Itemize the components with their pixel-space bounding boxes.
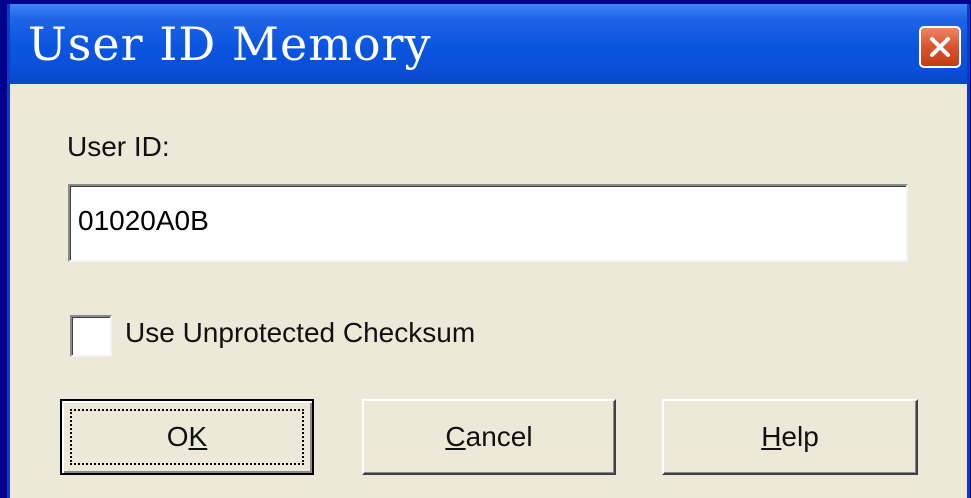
ok-button[interactable]: OK [60, 399, 314, 475]
help-button[interactable]: Help [662, 399, 918, 475]
user-id-value: 01020A0B [78, 205, 209, 236]
ok-button-label: OK [166, 421, 208, 452]
cancel-button[interactable]: Cancel [362, 399, 616, 475]
close-icon [930, 37, 950, 57]
unprotected-checksum-label[interactable]: Use Unprotected Checksum [125, 315, 475, 351]
dialog-window: User ID Memory User ID: 01020A0B Use Unp… [7, 4, 970, 498]
window-title: User ID Memory [28, 17, 432, 71]
user-id-label: User ID: [67, 131, 170, 162]
title-bar[interactable]: User ID Memory [10, 4, 967, 84]
cancel-button-label: Cancel [445, 421, 533, 452]
user-id-field[interactable]: 01020A0B [68, 184, 908, 262]
unprotected-checksum-checkbox[interactable] [70, 315, 112, 357]
close-button[interactable] [919, 26, 961, 68]
help-button-label: Help [761, 421, 819, 452]
